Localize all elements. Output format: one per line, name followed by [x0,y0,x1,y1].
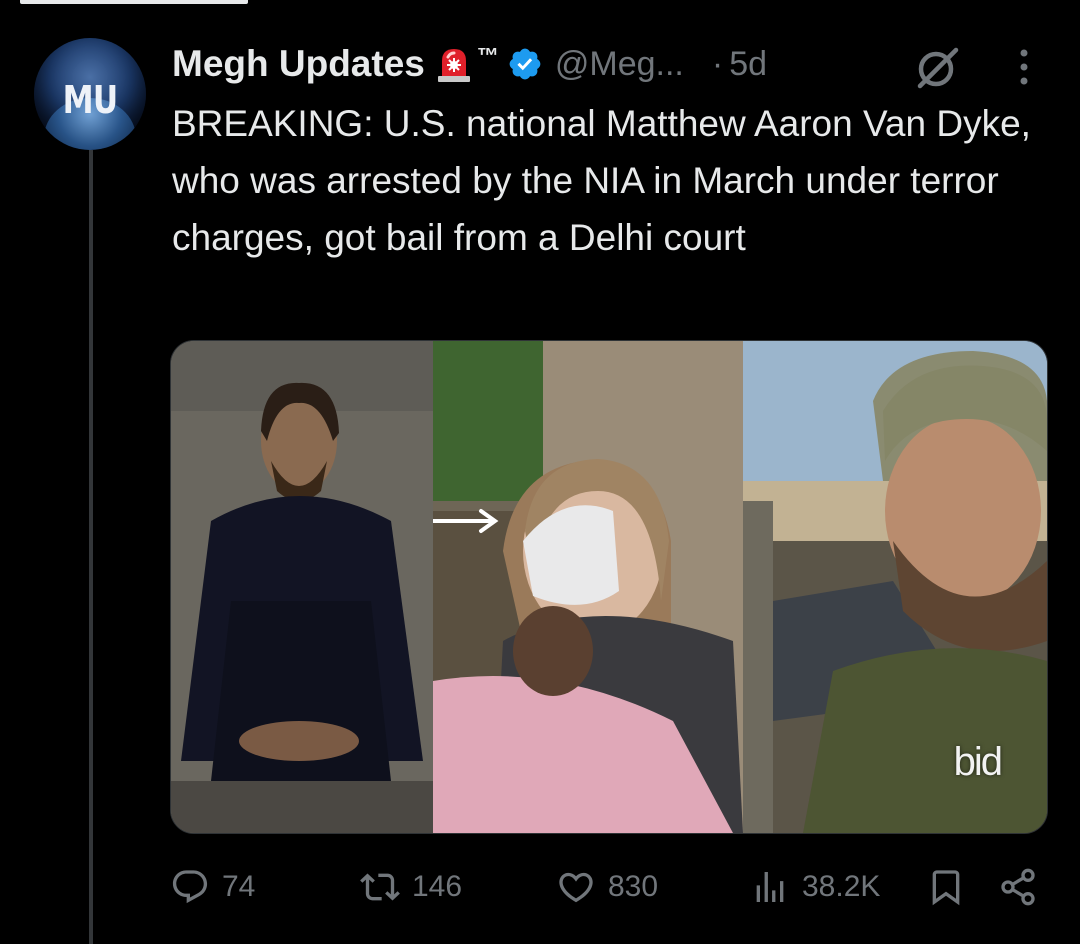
views-icon [750,867,790,907]
media-watermark-logo: bid [953,740,1003,784]
heart-icon [556,867,596,907]
share-button[interactable] [998,862,1038,912]
grok-icon[interactable] [912,42,962,92]
bookmark-button[interactable] [926,862,966,912]
more-vertical-icon[interactable] [1004,44,1044,90]
author-handle[interactable]: @Meg... [555,45,684,84]
tweet-media-image[interactable]: bid [170,340,1048,834]
author-display-name[interactable]: Megh Updates [172,43,425,85]
repost-count: 146 [412,870,463,903]
tweet-timestamp[interactable]: 5d [729,45,767,84]
like-button[interactable]: 830 [556,862,658,912]
top-scroll-indicator [20,0,248,4]
like-count: 830 [608,870,659,903]
reply-count: 74 [222,870,256,903]
bookmark-icon [926,867,966,907]
reply-icon [170,867,210,907]
reply-button[interactable]: 74 [170,862,255,912]
repost-button[interactable]: 146 [360,862,462,912]
police-siren-icon [435,45,473,83]
trademark-symbol: ™ [476,43,499,68]
avatar[interactable]: MU [34,38,146,150]
verified-badge-icon [507,46,543,82]
tweet-actions-bar: 74 146 830 38.2K [170,862,1046,912]
tweet-text: BREAKING: U.S. national Matthew Aaron Va… [172,103,1031,258]
views-count: 38.2K [802,870,881,903]
tweet-header: Megh Updates ™ @Meg... · 5d [172,40,767,88]
media-panel-left [171,341,433,833]
views-button[interactable]: 38.2K [750,862,880,912]
repost-icon [360,867,400,907]
header-separator: · [711,44,724,83]
media-panel-middle [433,341,743,833]
media-panel-right: bid [743,341,1047,833]
thread-connector-line [89,150,93,944]
avatar-initials: MU [62,78,118,122]
share-icon [998,867,1038,907]
